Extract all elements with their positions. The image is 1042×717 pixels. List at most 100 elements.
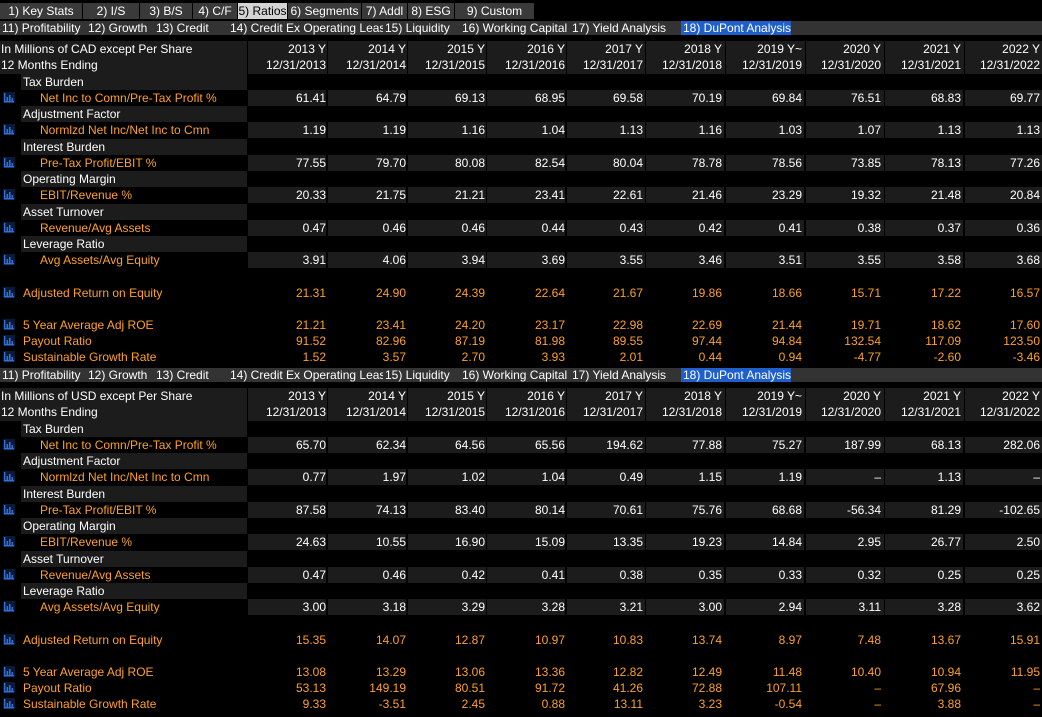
date-header: 12/31/2018 xyxy=(661,405,722,419)
value-cell: 2.50 xyxy=(1016,535,1040,549)
top-tab-7[interactable]: 7) Addl xyxy=(362,3,408,19)
row-label[interactable]: Adjusted Return on Equity xyxy=(23,286,162,300)
row-label[interactable]: Net Inc to Comn/Pre-Tax Profit % xyxy=(40,438,217,452)
value-cell: 1.02 xyxy=(461,470,485,484)
value-cell: 3.18 xyxy=(382,600,406,614)
value-cell: 13.29 xyxy=(375,665,406,679)
row-label[interactable]: EBIT/Revenue % xyxy=(40,188,132,202)
row-label[interactable]: Sustainable Growth Rate xyxy=(23,350,156,364)
row-label[interactable]: Adjusted Return on Equity xyxy=(23,633,162,647)
value-cell: 0.42 xyxy=(461,568,485,582)
chart-icon[interactable] xyxy=(3,124,15,135)
column-separator xyxy=(247,41,248,74)
row-label[interactable]: Pre-Tax Profit/EBIT % xyxy=(40,503,156,517)
date-header: 12/31/2013 xyxy=(265,405,326,419)
chart-icon[interactable] xyxy=(3,351,15,362)
year-header: 2015 Y xyxy=(447,389,485,403)
top-tab-9[interactable]: 9) Custom xyxy=(455,3,535,19)
sub-tab-11[interactable]: 11) Profitability xyxy=(0,368,86,382)
value-cell: 123.50 xyxy=(1003,334,1040,348)
sub-tab-11[interactable]: 11) Profitability xyxy=(0,21,86,35)
chart-icon[interactable] xyxy=(3,254,15,265)
row-label[interactable]: Payout Ratio xyxy=(23,681,92,695)
row-label[interactable]: Normlzd Net Inc/Net Inc to Cmn xyxy=(40,123,209,137)
value-cell: 13.35 xyxy=(612,535,643,549)
top-tab-2[interactable]: 2) I/S xyxy=(83,3,140,19)
row-label[interactable]: Sustainable Growth Rate xyxy=(23,697,156,711)
value-cell: 13.11 xyxy=(613,697,643,711)
section-label: Operating Margin xyxy=(23,172,116,186)
value-cell: 15.91 xyxy=(1009,633,1040,647)
value-cell: 0.94 xyxy=(778,350,802,364)
chart-icon[interactable] xyxy=(3,335,15,346)
row-label[interactable]: Net Inc to Comn/Pre-Tax Profit % xyxy=(40,91,217,105)
chart-icon[interactable] xyxy=(3,569,15,580)
date-header: 12/31/2020 xyxy=(820,405,881,419)
top-tab-1[interactable]: 1) Key Stats xyxy=(0,3,83,19)
row-label[interactable]: Avg Assets/Avg Equity xyxy=(40,253,160,267)
chart-icon[interactable] xyxy=(3,698,15,709)
chart-icon[interactable] xyxy=(3,287,15,298)
top-tab-3[interactable]: 3) B/S xyxy=(140,3,193,19)
value-cell: 20.33 xyxy=(295,188,326,202)
section-label: Tax Burden xyxy=(23,422,84,436)
sub-tab-13[interactable]: 13) Credit xyxy=(154,21,228,35)
chart-icon[interactable] xyxy=(3,682,15,693)
value-cell: 23.41 xyxy=(534,188,565,202)
row-label[interactable]: Revenue/Avg Assets xyxy=(40,568,151,582)
sub-tab-14[interactable]: 14) Credit Ex Operating Leases xyxy=(228,368,383,382)
chart-icon[interactable] xyxy=(3,319,15,330)
chart-icon[interactable] xyxy=(3,157,15,168)
row-label[interactable]: 5 Year Average Adj ROE xyxy=(23,665,154,679)
sub-tab-bar: 11) Profitability 12) Growth 13) Credit 14)… xyxy=(0,368,1042,382)
value-cell: 0.41 xyxy=(778,221,802,235)
chart-icon[interactable] xyxy=(3,439,15,450)
sub-tab-12[interactable]: 12) Growth xyxy=(86,368,154,382)
value-cell: 82.54 xyxy=(534,156,565,170)
sub-tab-16[interactable]: 16) Working Capital xyxy=(460,21,570,35)
value-cell: 7.48 xyxy=(857,633,881,647)
value-cell: 70.61 xyxy=(612,503,643,517)
top-tab-8[interactable]: 8) ESG xyxy=(408,3,455,19)
value-cell: 73.85 xyxy=(850,156,881,170)
sub-tab-18[interactable]: 18) DuPont Analysis xyxy=(681,368,791,382)
row-label[interactable]: Payout Ratio xyxy=(23,334,92,348)
value-cell: 69.77 xyxy=(1009,91,1040,105)
top-tab-4[interactable]: 4) C/F xyxy=(193,3,238,19)
chart-icon[interactable] xyxy=(3,189,15,200)
sub-tab-18[interactable]: 18) DuPont Analysis xyxy=(681,21,791,35)
sub-tab-12[interactable]: 12) Growth xyxy=(86,21,154,35)
row-label[interactable]: Revenue/Avg Assets xyxy=(40,221,151,235)
chart-icon[interactable] xyxy=(3,601,15,612)
sub-tab-16[interactable]: 16) Working Capital xyxy=(460,368,570,382)
row-label[interactable]: 5 Year Average Adj ROE xyxy=(23,318,154,332)
value-cell: 3.94 xyxy=(461,253,485,267)
function-tab-bar: 1) Key Stats 2) I/S 3) B/S 4) C/F 5) Ratios 6… xyxy=(0,3,1042,19)
chart-icon[interactable] xyxy=(3,536,15,547)
months-ending-label: 12 Months Ending xyxy=(1,405,98,419)
chart-icon[interactable] xyxy=(3,471,15,482)
row-label[interactable]: Normlzd Net Inc/Net Inc to Cmn xyxy=(40,470,209,484)
row-label[interactable]: Pre-Tax Profit/EBIT % xyxy=(40,156,156,170)
year-header: 2015 Y xyxy=(447,42,485,56)
sub-tab-15[interactable]: 15) Liquidity xyxy=(383,21,460,35)
chart-icon[interactable] xyxy=(3,222,15,233)
top-tab-6[interactable]: 6) Segments xyxy=(288,3,362,19)
column-separator xyxy=(964,41,965,74)
chart-icon[interactable] xyxy=(3,634,15,645)
chart-icon[interactable] xyxy=(3,666,15,677)
row-label[interactable]: EBIT/Revenue % xyxy=(40,535,132,549)
sub-tab-14[interactable]: 14) Credit Ex Operating Leases xyxy=(228,21,383,35)
row-label[interactable]: Avg Assets/Avg Equity xyxy=(40,600,160,614)
sub-tab-13[interactable]: 13) Credit xyxy=(154,368,228,382)
top-tab-5[interactable]: 5) Ratios xyxy=(238,3,288,19)
value-cell: 13.67 xyxy=(930,633,961,647)
chart-icon[interactable] xyxy=(3,504,15,515)
year-header: 2016 Y xyxy=(527,389,565,403)
value-cell: 21.44 xyxy=(771,318,802,332)
value-cell: 23.29 xyxy=(771,188,802,202)
sub-tab-15[interactable]: 15) Liquidity xyxy=(383,368,460,382)
sub-tab-17[interactable]: 17) Yield Analysis xyxy=(570,368,681,382)
chart-icon[interactable] xyxy=(3,92,15,103)
sub-tab-17[interactable]: 17) Yield Analysis xyxy=(570,21,681,35)
